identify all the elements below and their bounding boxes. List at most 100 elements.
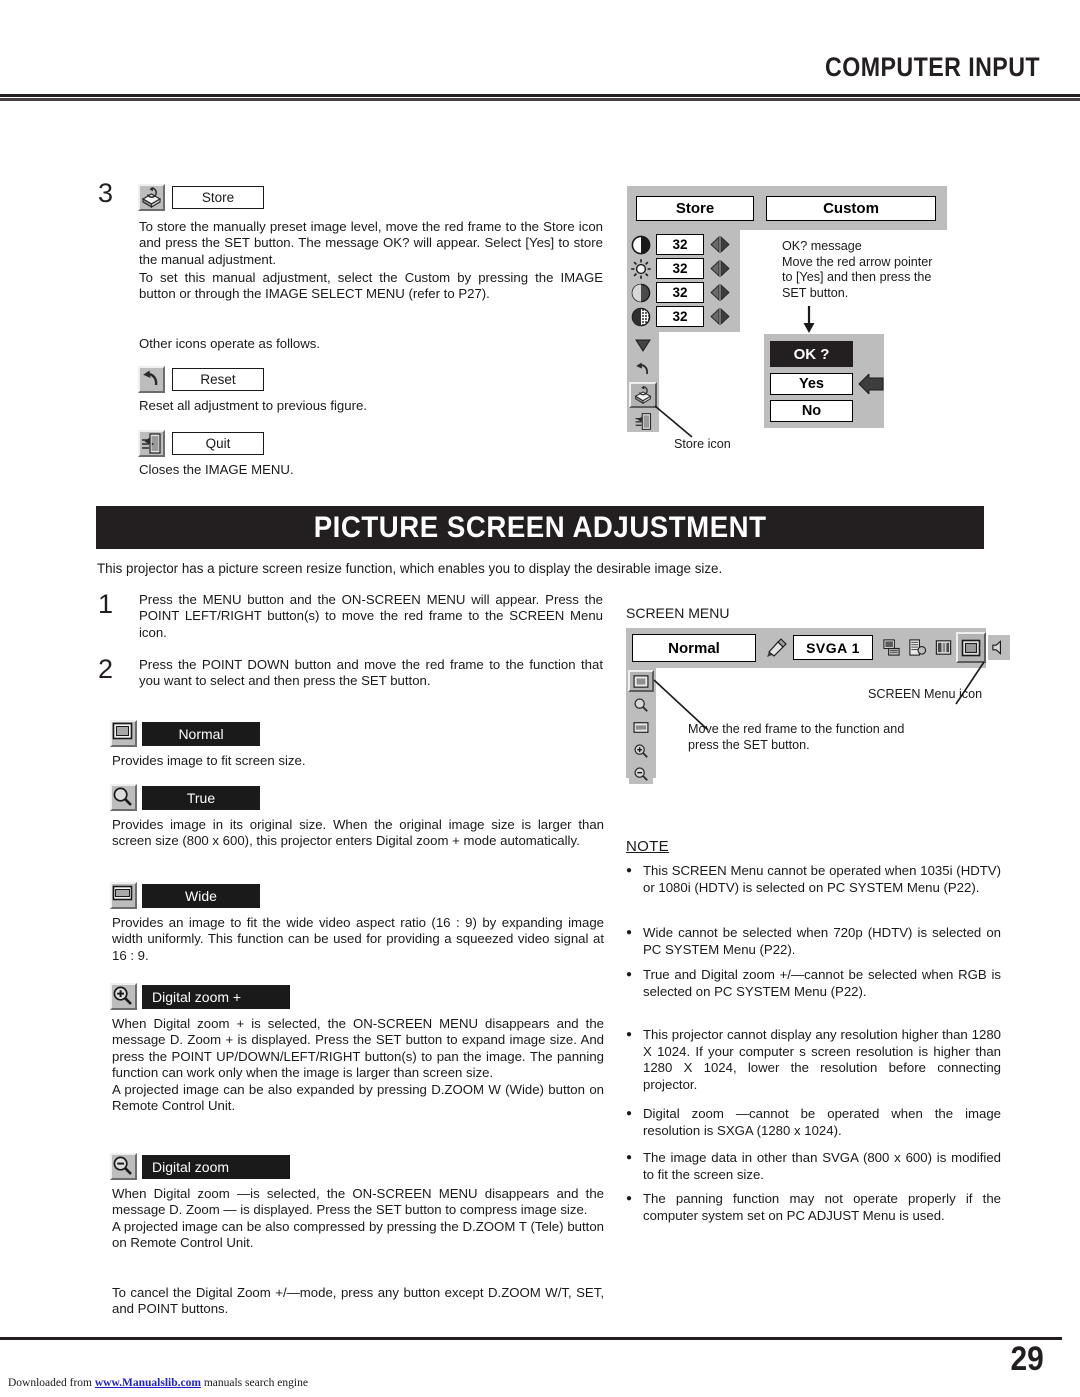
callout-down-arrow-icon [803,306,815,333]
store-icon [138,184,165,211]
pc-system-icon[interactable] [905,635,929,660]
quit-menu-row[interactable]: Quit [138,430,264,457]
note-item: This projector cannot display any resolu… [626,1027,1001,1093]
function-digital-zoom-minus-desc: When Digital zoom —is selected, the ON-S… [112,1186,604,1251]
quit-label: Quit [172,432,264,455]
note-item: The panning function may not operate pro… [626,1191,1001,1224]
function-digital-zoom-minus-label: Digital zoom [142,1154,290,1179]
cancel-zoom-note: To cancel the Digital Zoom +/—mode, pres… [112,1285,604,1317]
reset-menu-row[interactable]: Reset [138,366,264,393]
image-select-icon[interactable] [931,635,955,660]
step-3-paragraph-1: To store the manually preset image level… [139,219,603,267]
magnifier-icon [110,784,137,811]
manual-page: COMPUTER INPUT 3 Store To store the manu… [0,0,1080,1397]
function-digital-zoom-plus-row[interactable]: Digital zoom + [110,983,290,1010]
contrast-arrows-icon[interactable] [708,235,732,254]
osd-custom-button[interactable]: Custom [766,196,936,221]
step-1-text: Press the MENU button and the ON-SCREEN … [139,592,603,640]
function-digital-zoom-minus-row[interactable]: Digital zoom [110,1153,290,1180]
rail-true-icon[interactable] [629,694,653,715]
step-3-paragraph-2: To set this manual adjustment, select th… [139,270,603,302]
note-item: This SCREEN Menu cannot be operated when… [626,863,1001,896]
manualslib-link[interactable]: www.Manualslib.com [95,1377,201,1389]
note-item: Wide cannot be selected when 720p (HDTV)… [626,925,1001,958]
note-item: True and Digital zoom +/—cannot be selec… [626,967,1001,1000]
rail-digital-zoom-plus-icon[interactable] [629,740,653,761]
brightness-arrows-icon[interactable] [708,259,732,278]
function-normal-desc: Provides image to fit screen size. [112,753,306,768]
step-3-number: 3 [98,178,114,208]
note-item: The image data in other than SVGA (800 x… [626,1150,1001,1183]
sound-icon[interactable] [988,635,1010,660]
pc-adjust-icon[interactable] [765,636,789,660]
red-frame-caption: Move the red frame to the function and p… [688,722,905,752]
reset-icon [138,366,165,393]
store-menu-row[interactable]: Store [138,184,264,211]
section-intro: This projector has a picture screen resi… [97,561,723,576]
magnifier-plus-icon [110,983,137,1010]
color-icon [630,282,652,304]
function-wide-row[interactable]: Wide [110,882,260,909]
screen-wide-icon [110,882,137,909]
function-wide-label: Wide [142,883,260,908]
note-item: Digital zoom —cannot be operated when th… [626,1106,1001,1139]
computer-input-icon[interactable] [879,635,903,660]
osd-store-button[interactable]: Store [636,196,754,221]
step-2-text: Press the POINT DOWN button and move the… [139,657,603,689]
reset-description: Reset all adjustment to previous figure. [139,398,367,413]
header-divider [0,94,1080,101]
brightness-icon [630,258,652,280]
screen-menu-normal-button[interactable]: Normal [632,634,756,662]
screen-normal-icon [110,720,137,747]
screen-menu-icon-caption: SCREEN Menu icon [868,687,983,701]
scroll-down-icon[interactable] [631,334,655,356]
screen-menu-icon-selected[interactable] [956,632,986,663]
function-true-label: True [142,785,260,810]
function-wide-desc: Provides an image to fit the wide video … [112,915,604,963]
function-true-row[interactable]: True [110,784,260,811]
footer-credit-suffix: manuals search engine [200,1377,308,1389]
quit-description: Closes the IMAGE MENU. [139,462,294,477]
ok-dialog-no-button[interactable]: No [770,400,853,422]
function-normal-row[interactable]: Normal [110,720,260,747]
rail-wide-icon[interactable] [629,717,653,738]
reset-rail-icon[interactable] [631,358,655,380]
step-1-number: 1 [98,589,114,619]
footer-divider [0,1337,1062,1340]
reset-label: Reset [172,368,264,391]
footer-credit: Downloaded from www.Manualslib.com manua… [8,1377,308,1389]
ok-dialog-yes-button[interactable]: Yes [770,373,853,395]
page-header-title: COMPUTER INPUT [825,52,1040,82]
tint-arrows-icon[interactable] [708,307,732,326]
rail-normal-icon[interactable] [628,670,654,692]
magnifier-minus-icon [110,1153,137,1180]
ok-message-callout: OK? message Move the red arrow pointer t… [782,239,933,300]
section-banner: PICTURE SCREEN ADJUSTMENT [96,506,984,549]
other-icons-line: Other icons operate as follows. [139,336,321,351]
contrast-icon [630,234,652,256]
tint-value[interactable]: 32 [656,306,704,327]
page-number: 29 [1010,1340,1044,1378]
function-digital-zoom-plus-label: Digital zoom + [142,984,290,1009]
quit-icon [138,430,165,457]
function-true-desc: Provides image in its original size. Whe… [112,817,604,849]
footer-credit-prefix: Downloaded from [8,1377,95,1389]
contrast-value[interactable]: 32 [656,234,704,255]
color-value[interactable]: 32 [656,282,704,303]
screen-menu-title: SCREEN MENU [626,605,730,621]
store-icon-leader-line [654,405,693,438]
color-arrows-icon[interactable] [708,283,732,302]
brightness-value[interactable]: 32 [656,258,704,279]
rail-digital-zoom-minus-icon[interactable] [629,763,653,784]
tint-icon [630,306,652,328]
ok-dialog-title: OK ? [770,341,853,367]
left-arrow-pointer-icon [858,374,884,394]
screen-menu-system-value[interactable]: SVGA 1 [793,635,873,660]
store-label: Store [172,186,264,209]
note-title: NOTE [626,838,669,855]
function-digital-zoom-plus-desc: When Digital zoom + is selected, the ON-… [112,1016,604,1114]
step-2-number: 2 [98,654,114,684]
store-icon-caption: Store icon [674,437,731,451]
section-title: PICTURE SCREEN ADJUSTMENT [313,510,767,544]
function-normal-label: Normal [142,721,260,746]
